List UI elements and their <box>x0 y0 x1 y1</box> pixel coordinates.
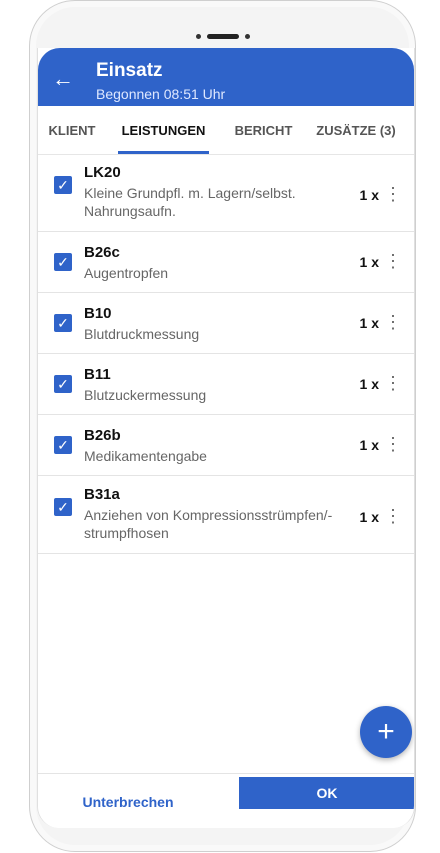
plus-icon[interactable]: + <box>360 706 412 758</box>
list-item[interactable]: ✓ LK20 Kleine Grundpfl. m. Lagern/selbst… <box>38 154 414 232</box>
list-item[interactable]: ✓ B26c Augentropfen 1 x ⋮ <box>38 232 414 293</box>
interrupt-button[interactable]: Unterbrechen <box>58 786 198 818</box>
service-code: B26b <box>84 427 121 444</box>
service-quantity: 1 x <box>359 509 379 525</box>
checkbox[interactable]: ✓ <box>54 314 72 332</box>
list-item[interactable]: ✓ B11 Blutzuckermessung 1 x ⋮ <box>38 354 414 415</box>
camera-dot <box>195 34 201 39</box>
list-item[interactable]: ✓ B31a Anziehen von Kompressionsstrümpfe… <box>38 476 414 554</box>
service-code: B11 <box>84 366 111 383</box>
app-bar: ← Einsatz Begonnen 08:51 Uhr <box>38 48 414 106</box>
phone-speaker <box>195 34 250 39</box>
page-title: Einsatz <box>96 60 163 81</box>
checkbox[interactable]: ✓ <box>54 498 72 516</box>
tab-klient[interactable]: KLIENT <box>38 106 106 154</box>
more-vert-icon[interactable]: ⋮ <box>384 435 402 453</box>
service-description: Anziehen von Kompressionsstrümpfen/-stru… <box>84 507 333 541</box>
arrow-back-icon[interactable]: ← <box>52 68 74 90</box>
service-code: LK20 <box>84 164 121 181</box>
page-subtitle: Begonnen 08:51 Uhr <box>96 86 226 102</box>
service-quantity: 1 x <box>359 437 379 453</box>
service-quantity: 1 x <box>359 254 379 270</box>
services-list: ✓ LK20 Kleine Grundpfl. m. Lagern/selbst… <box>38 154 414 554</box>
service-quantity: 1 x <box>359 315 379 331</box>
service-description: Blutzuckermessung <box>84 387 207 403</box>
checkbox[interactable]: ✓ <box>54 176 72 194</box>
more-vert-icon[interactable]: ⋮ <box>384 507 402 525</box>
sensor-dot <box>244 34 250 39</box>
checkbox[interactable]: ✓ <box>54 253 72 271</box>
more-vert-icon[interactable]: ⋮ <box>384 313 402 331</box>
more-vert-icon[interactable]: ⋮ <box>384 252 402 270</box>
more-vert-icon[interactable]: ⋮ <box>384 185 402 203</box>
app-screen: ← Einsatz Begonnen 08:51 Uhr KLIENT LEIS… <box>37 48 415 828</box>
service-description: Kleine Grundpfl. m. Lagern/selbst. Nahru… <box>84 185 296 219</box>
service-quantity: 1 x <box>359 187 379 203</box>
service-description: Medikamentengabe <box>84 448 207 464</box>
service-quantity: 1 x <box>359 376 379 392</box>
bottom-action-bar: Unterbrechen OK <box>38 773 414 828</box>
tab-bar: KLIENT LEISTUNGEN BERICHT ZUSÄTZE (3) <box>38 106 414 155</box>
list-item[interactable]: ✓ B26b Medikamentengabe 1 x ⋮ <box>38 415 414 476</box>
ok-button[interactable]: OK <box>239 777 414 809</box>
checkbox[interactable]: ✓ <box>54 436 72 454</box>
service-code: B31a <box>84 486 120 503</box>
service-description: Blutdruckmessung <box>84 326 200 342</box>
more-vert-icon[interactable]: ⋮ <box>384 374 402 392</box>
tab-bericht[interactable]: BERICHT <box>221 106 306 154</box>
tab-zusaetze[interactable]: ZUSÄTZE (3) <box>306 106 406 154</box>
checkbox[interactable]: ✓ <box>54 375 72 393</box>
list-item[interactable]: ✓ B10 Blutdruckmessung 1 x ⋮ <box>38 293 414 354</box>
service-code: B10 <box>84 305 112 322</box>
tab-leistungen[interactable]: LEISTUNGEN <box>106 106 221 154</box>
service-description: Augentropfen <box>84 265 169 281</box>
service-code: B26c <box>84 244 120 261</box>
speaker-grill <box>206 34 239 39</box>
